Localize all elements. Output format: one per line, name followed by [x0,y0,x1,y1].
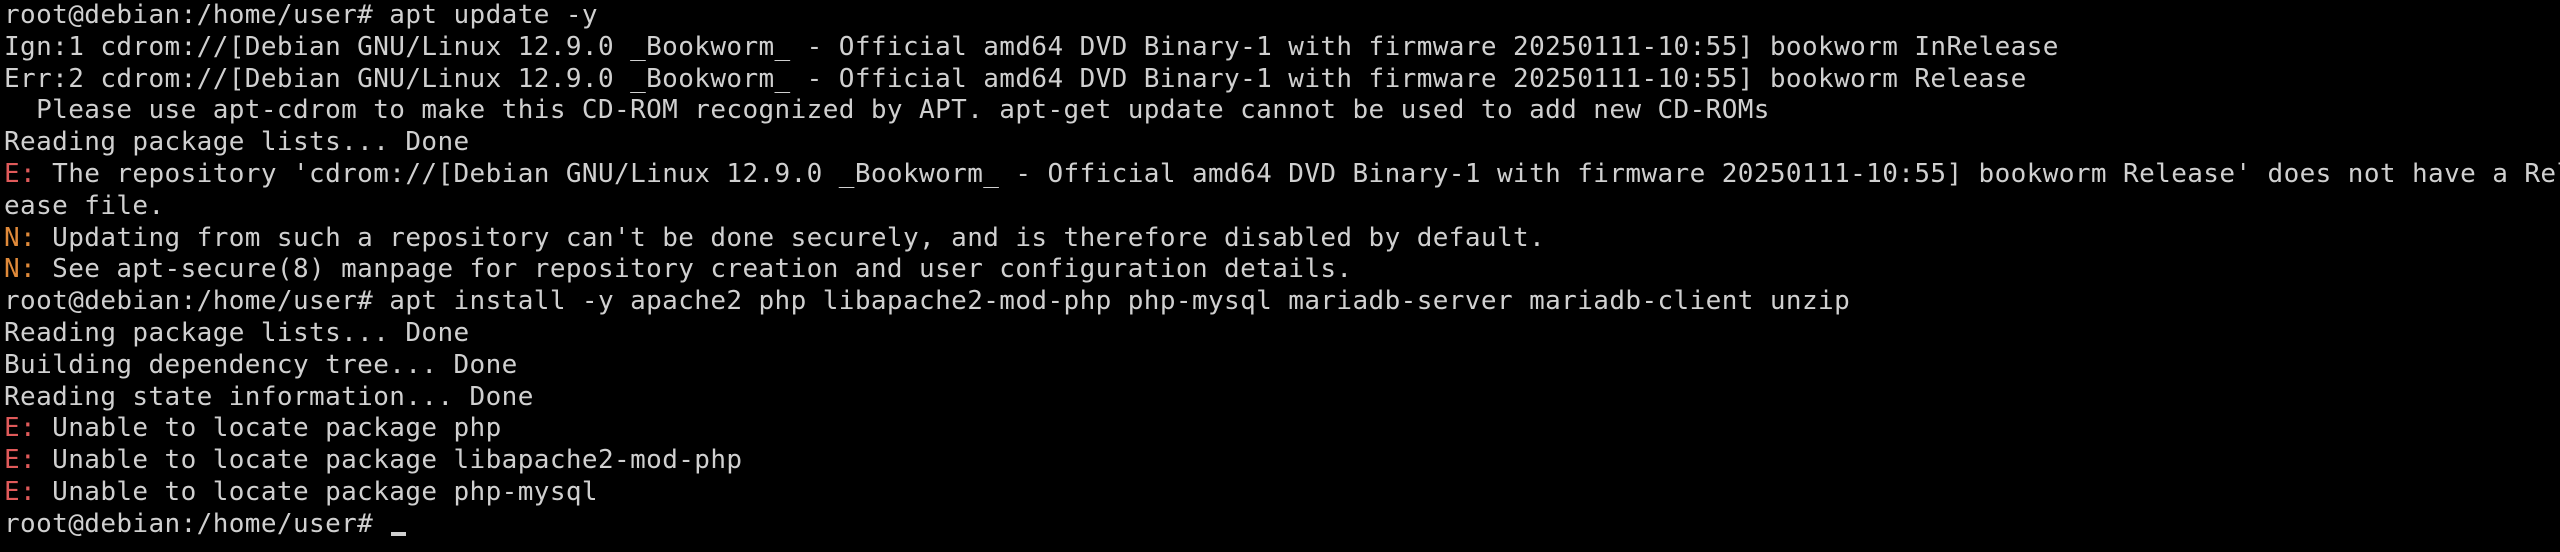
notice-prefix: N: [4,222,37,253]
terminal-line-text: The repository 'cdrom://[Debian GNU/Linu… [36,158,2560,189]
terminal-line-text: See apt-secure(8) manpage for repository… [36,254,1353,285]
terminal-line-text: Reading package lists... Done [4,317,470,348]
terminal-line-text: Reading state information... Done [4,381,534,412]
terminal-line-text: Updating from such a repository can't be… [36,222,1546,253]
error-prefix: E: [4,413,37,444]
terminal-line-text: Building dependency tree... Done [4,349,518,380]
terminal-line: N: See apt-secure(8) manpage for reposit… [4,254,2560,286]
terminal-line: E: Unable to locate package php [4,413,2560,445]
terminal-line: Ign:1 cdrom://[Debian GNU/Linux 12.9.0 _… [4,32,2560,64]
text-cursor [391,531,407,536]
notice-prefix: N: [4,254,37,285]
terminal-line: Err:2 cdrom://[Debian GNU/Linux 12.9.0 _… [4,64,2560,96]
terminal-line: root@debian:/home/user# apt install -y a… [4,286,2560,318]
error-prefix: E: [4,445,37,476]
terminal-line: N: Updating from such a repository can't… [4,223,2560,255]
terminal-line-text: root@debian:/home/user# apt update -y [4,0,598,30]
terminal-line: Building dependency tree... Done [4,350,2560,382]
terminal-prompt-line[interactable]: root@debian:/home/user# [4,509,2560,541]
terminal-line-text: Unable to locate package php-mysql [36,476,598,507]
terminal-line-text: ease file. [4,190,165,221]
terminal-output: root@debian:/home/user# apt update -y Ign… [4,0,2560,509]
shell-prompt: root@debian:/home/user# [4,508,390,539]
terminal-line: Reading package lists... Done [4,127,2560,159]
terminal-line-text: Err:2 cdrom://[Debian GNU/Linux 12.9.0 _… [4,63,2027,94]
terminal-line: Reading package lists... Done [4,318,2560,350]
terminal-line-text: Unable to locate package libapache2-mod-… [36,445,743,476]
error-prefix: E: [4,158,37,189]
terminal-window[interactable]: root@debian:/home/user# apt update -y Ign… [0,0,2560,552]
terminal-line-text: Please use apt-cdrom to make this CD-ROM… [4,95,1770,126]
terminal-line: E: Unable to locate package php-mysql [4,477,2560,509]
error-prefix: E: [4,476,37,507]
terminal-line-text: Unable to locate package php [36,413,502,444]
terminal-line-text: root@debian:/home/user# apt install -y a… [4,286,1851,317]
terminal-line: root@debian:/home/user# apt update -y [4,0,2560,32]
terminal-line: E: The repository 'cdrom://[Debian GNU/L… [4,159,2560,191]
terminal-line: E: Unable to locate package libapache2-m… [4,445,2560,477]
terminal-line-text: Ign:1 cdrom://[Debian GNU/Linux 12.9.0 _… [4,31,2059,62]
terminal-line: ease file. [4,191,2560,223]
terminal-line: Please use apt-cdrom to make this CD-ROM… [4,95,2560,127]
terminal-line: Reading state information... Done [4,382,2560,414]
terminal-line-text: Reading package lists... Done [4,127,470,158]
